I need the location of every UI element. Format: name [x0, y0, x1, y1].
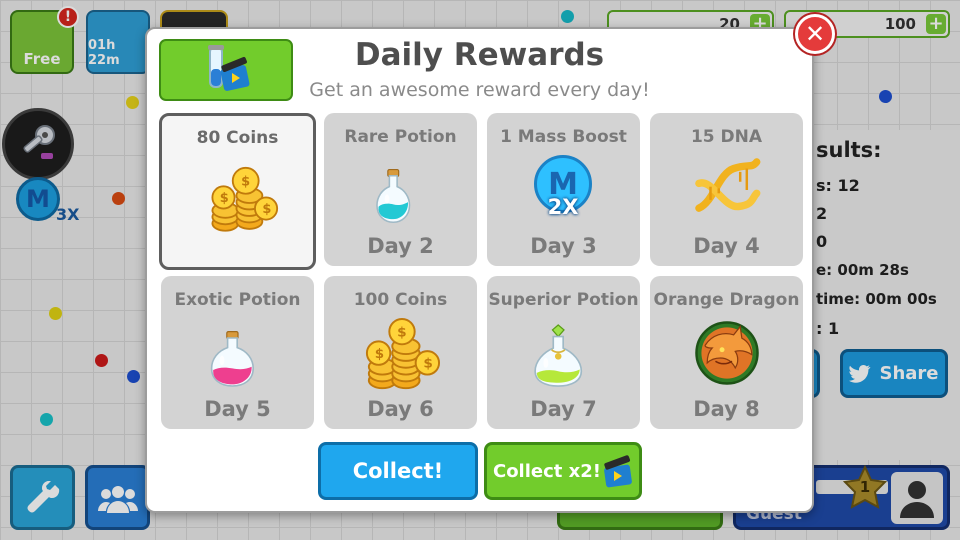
reward-name: 1 Mass Boost: [500, 127, 627, 147]
reward-card-day-2[interactable]: Rare Potion Day 2: [324, 113, 477, 266]
reward-day: Day 4: [693, 234, 760, 258]
daily-rewards-dialog: Daily Rewards Get an awesome reward ever…: [145, 27, 814, 513]
coins-icon: $ $ $: [211, 166, 279, 232]
coins-icon: $ $ $: [365, 318, 441, 390]
dialog-subtitle: Get an awesome reward every day!: [309, 79, 650, 101]
close-button[interactable]: ✕: [795, 14, 835, 54]
svg-text:$: $: [397, 325, 407, 341]
reward-name: Exotic Potion: [174, 290, 301, 310]
mass-boost-2x-badge: 2X: [547, 195, 579, 219]
dialog-title: Daily Rewards: [354, 37, 605, 73]
reward-day: Day 5: [204, 397, 271, 421]
reward-card-day-7[interactable]: Superior Potion Day 7: [487, 276, 640, 429]
reward-name: Superior Potion: [488, 290, 639, 310]
reward-card-day-6[interactable]: 100 Coins $ $ $ Day 6: [324, 276, 477, 429]
video-clapper-icon: [604, 455, 632, 488]
reward-day: Day 6: [367, 397, 434, 421]
collect-x2-button[interactable]: Collect x2!: [484, 442, 642, 500]
reward-day: Day 3: [530, 234, 597, 258]
green-potion-icon: [534, 324, 583, 387]
collect-label: Collect!: [352, 459, 444, 483]
cyan-potion-icon: [376, 168, 411, 224]
svg-text:$: $: [375, 346, 385, 362]
svg-text:$: $: [241, 174, 250, 189]
collect-button[interactable]: Collect!: [318, 442, 478, 500]
reward-name: 80 Coins: [196, 128, 279, 148]
reward-day: Day 8: [693, 397, 760, 421]
reward-card-day-3[interactable]: 1 Mass Boost M 2X Day 3: [487, 113, 640, 266]
reward-day: Day 7: [530, 397, 597, 421]
reward-name: Orange Dragon: [653, 290, 800, 310]
reward-name: 100 Coins: [353, 290, 448, 310]
dragon-skin-icon: [695, 321, 759, 385]
reward-card-day-4[interactable]: 15 DNA Day 4: [650, 113, 803, 266]
reward-name: 15 DNA: [690, 127, 763, 147]
reward-name: Rare Potion: [344, 127, 457, 147]
reward-card-day-8[interactable]: Orange Dragon Day 8: [650, 276, 803, 429]
pink-potion-icon: [210, 331, 255, 387]
svg-text:$: $: [423, 356, 433, 372]
dna-icon: [695, 158, 761, 212]
svg-text:$: $: [220, 191, 229, 206]
reward-card-day-5[interactable]: Exotic Potion Day 5: [161, 276, 314, 429]
collect-x2-label: Collect x2!: [492, 460, 601, 482]
reward-day: Day 2: [367, 234, 434, 258]
svg-text:$: $: [262, 202, 271, 217]
reward-card-day-1[interactable]: 80 Coins $ $ $: [159, 113, 316, 270]
